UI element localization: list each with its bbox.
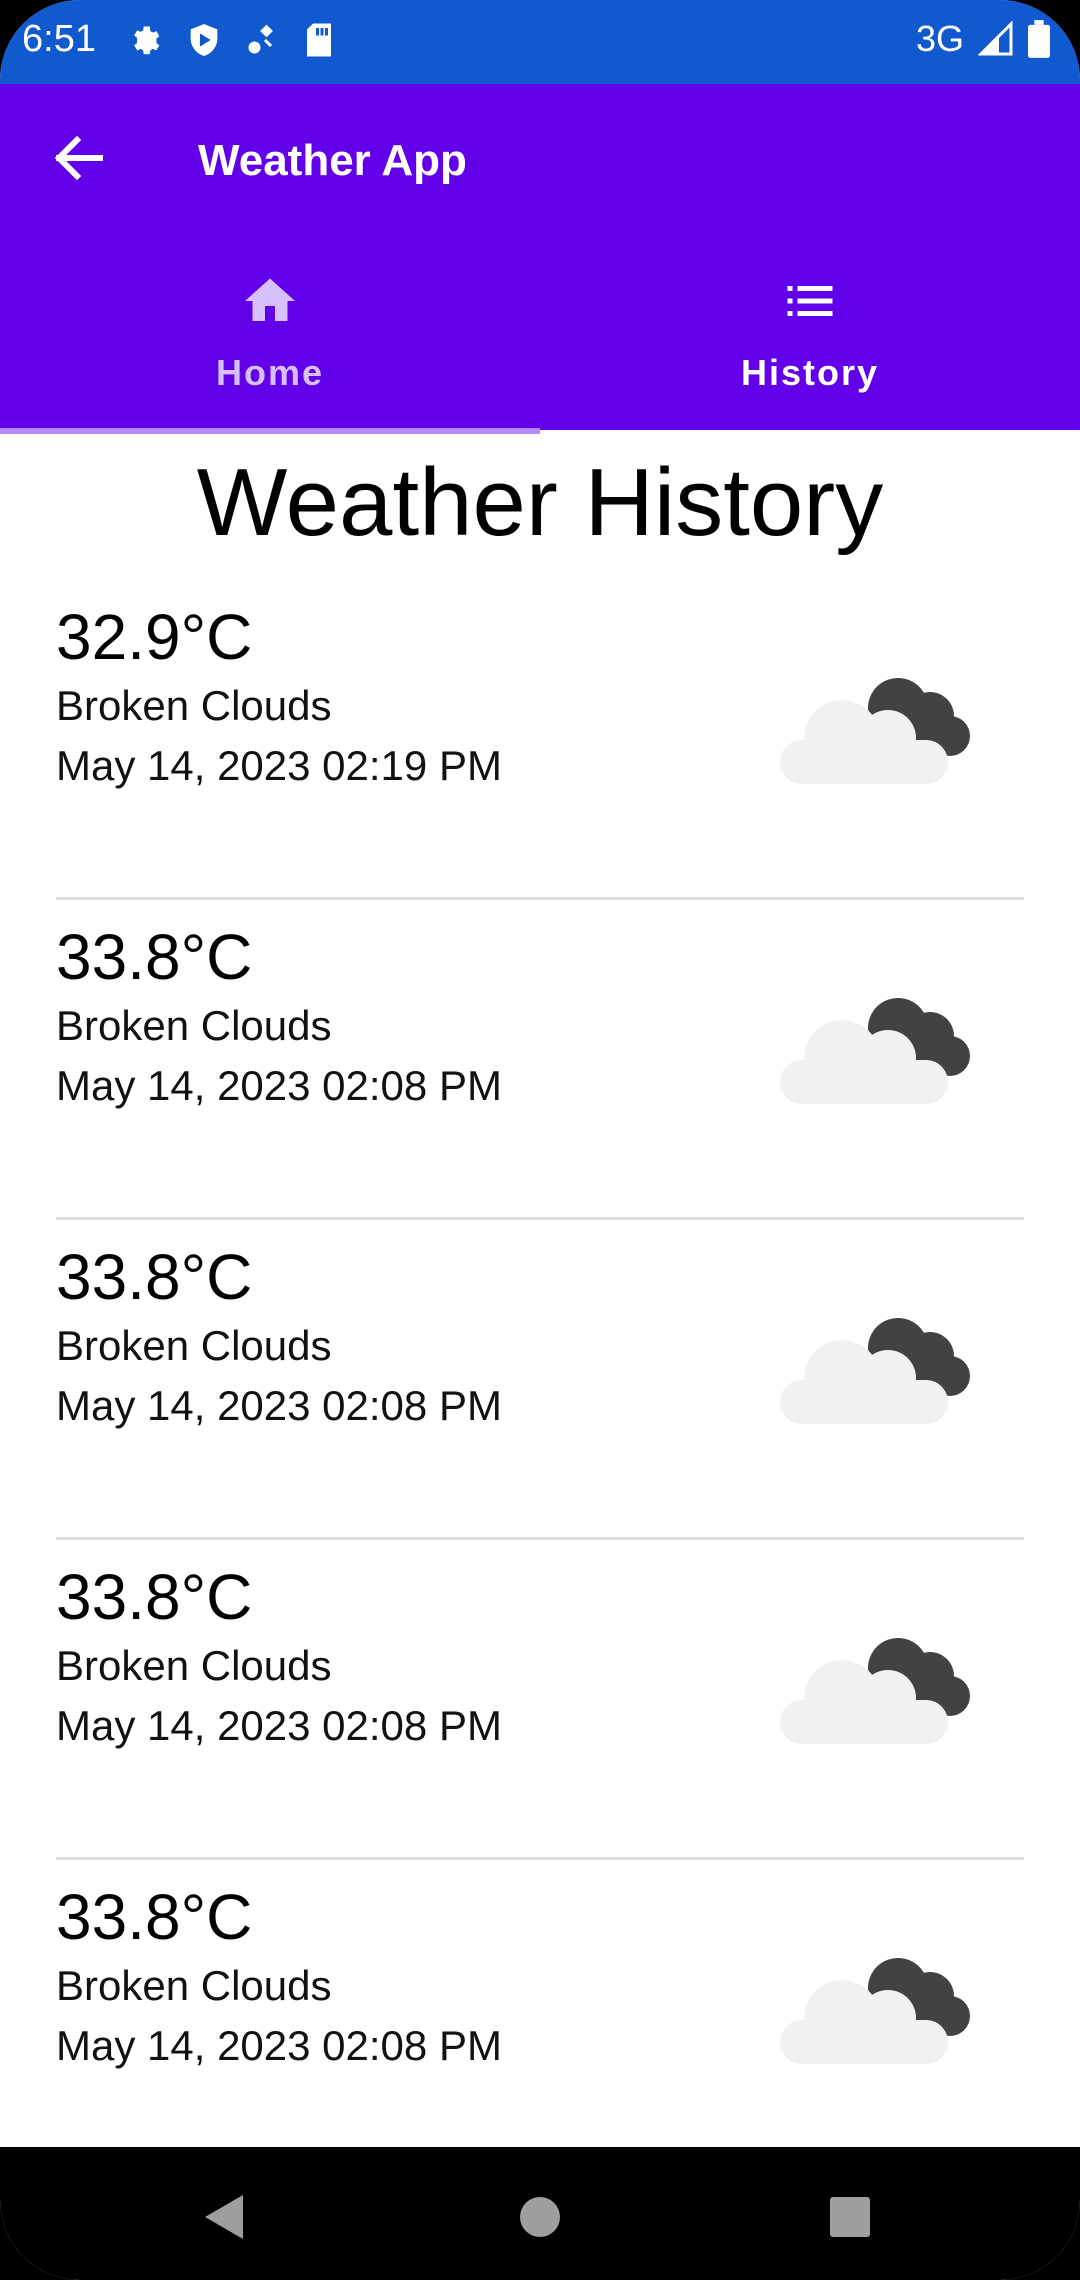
broken-clouds-icon xyxy=(780,678,970,784)
recents-square-icon xyxy=(830,2197,870,2237)
history-desc: Broken Clouds xyxy=(56,1642,332,1689)
tab-home-label: Home xyxy=(215,352,325,393)
history-temp: 33.8°C xyxy=(56,1241,253,1313)
network-type: 3G xyxy=(915,18,964,59)
status-icons-right: 3G xyxy=(916,18,1050,60)
signal-icon xyxy=(978,21,1013,56)
history-date: May 14, 2023 02:08 PM xyxy=(56,1062,502,1109)
history-date: May 14, 2023 02:08 PM xyxy=(56,1382,502,1429)
home-icon xyxy=(245,278,295,321)
back-button[interactable] xyxy=(48,128,108,188)
nav-recents-button[interactable] xyxy=(810,2177,890,2257)
status-icons-left xyxy=(128,22,334,58)
history-date: May 14, 2023 02:08 PM xyxy=(56,1702,502,1749)
page-title: Weather History xyxy=(196,449,884,556)
history-date: May 14, 2023 02:19 PM xyxy=(56,742,502,789)
history-temp: 32.9°C xyxy=(56,601,253,673)
history-date: May 14, 2023 02:08 PM xyxy=(56,2022,502,2069)
history-desc: Broken Clouds xyxy=(56,1962,332,2009)
history-item[interactable]: 33.8°C Broken Clouds May 14, 2023 02:08 … xyxy=(0,1540,1080,1860)
status-bar: 6:51 3G xyxy=(0,0,1080,84)
nav-back-button[interactable] xyxy=(185,2177,265,2257)
tab-history[interactable]: History xyxy=(540,266,1080,426)
history-item[interactable]: 33.8°C Broken Clouds May 14, 2023 02:08 … xyxy=(0,1860,1080,2180)
shield-icon xyxy=(190,24,218,56)
history-temp: 33.8°C xyxy=(56,1881,253,1953)
system-nav-bar xyxy=(0,2147,1080,2280)
broken-clouds-icon xyxy=(780,998,970,1104)
sd-card-icon xyxy=(307,23,331,57)
history-temp: 33.8°C xyxy=(56,1561,253,1633)
app-title: Weather App xyxy=(198,136,467,185)
screen: 6:51 3G Weather App Home History Weather… xyxy=(0,0,1080,2280)
arrow-left-icon xyxy=(54,136,103,180)
battery-icon xyxy=(1028,20,1050,58)
status-time: 6:51 xyxy=(22,18,96,60)
history-list[interactable]: 32.9°C Broken Clouds May 14, 2023 02:19 … xyxy=(0,580,1080,2180)
list-icon xyxy=(787,286,833,316)
broken-clouds-icon xyxy=(780,1638,970,1744)
history-item[interactable]: 33.8°C Broken Clouds May 14, 2023 02:08 … xyxy=(0,900,1080,1220)
app-bar: Weather App Home History xyxy=(0,84,1080,430)
broken-clouds-icon xyxy=(780,1318,970,1424)
broken-clouds-icon xyxy=(780,1958,970,2064)
satellite-icon xyxy=(248,24,273,54)
history-desc: Broken Clouds xyxy=(56,682,332,729)
history-temp: 33.8°C xyxy=(56,921,253,993)
nav-home-button[interactable] xyxy=(500,2177,580,2257)
tab-indicator xyxy=(0,428,540,434)
tab-home[interactable]: Home xyxy=(0,266,540,426)
history-desc: Broken Clouds xyxy=(56,1002,332,1049)
history-item[interactable]: 33.8°C Broken Clouds May 14, 2023 02:08 … xyxy=(0,1220,1080,1540)
back-triangle-icon xyxy=(205,2195,243,2239)
settings-icon xyxy=(134,26,160,55)
home-circle-icon xyxy=(520,2197,560,2237)
history-item[interactable]: 32.9°C Broken Clouds May 14, 2023 02:19 … xyxy=(0,580,1080,900)
tab-history-label: History xyxy=(740,352,880,393)
history-desc: Broken Clouds xyxy=(56,1322,332,1369)
